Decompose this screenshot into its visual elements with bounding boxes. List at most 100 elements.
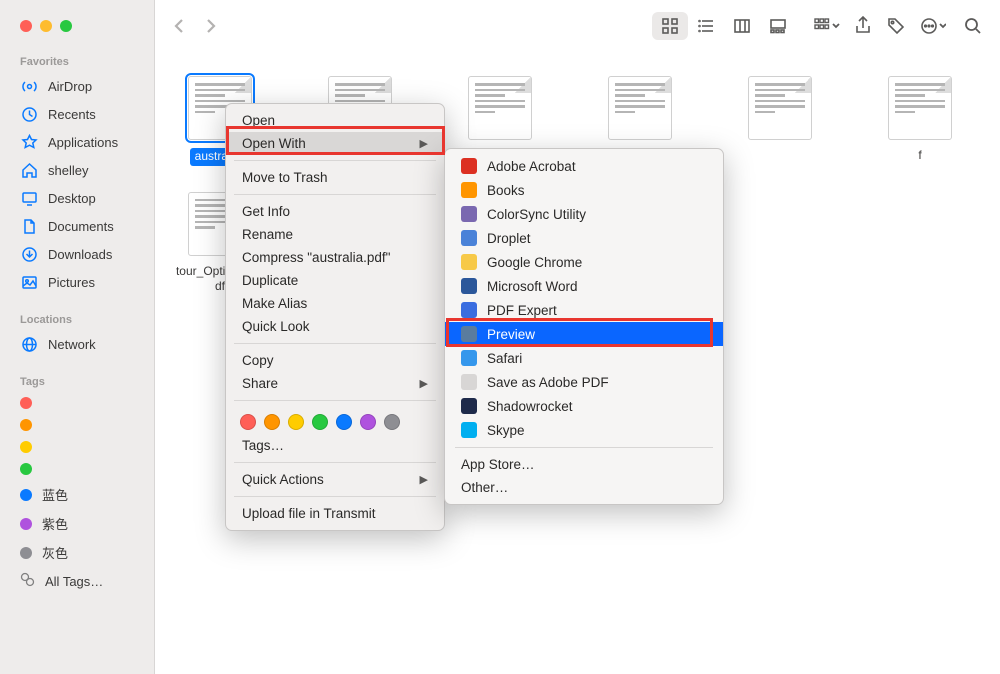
tag-dot-icon	[20, 441, 32, 453]
divider	[234, 160, 436, 161]
submenu-item-droplet[interactable]: Droplet	[445, 226, 723, 250]
file-label: f	[918, 148, 921, 164]
minimize-window-button[interactable]	[40, 20, 52, 32]
sidebar-item-airdrop[interactable]: AirDrop	[0, 72, 154, 100]
tag-color-dot[interactable]	[360, 414, 376, 430]
menu-item-copy[interactable]: Copy	[226, 349, 444, 372]
menu-item-rename[interactable]: Rename	[226, 223, 444, 246]
tag-dot-icon	[20, 397, 32, 409]
submenu-item-app-store-[interactable]: App Store…	[445, 453, 723, 476]
pictures-icon	[20, 273, 38, 291]
tag-color-dot[interactable]	[312, 414, 328, 430]
view-list-button[interactable]	[688, 12, 724, 40]
open-with-submenu: Adobe AcrobatBooksColorSync UtilityDropl…	[444, 148, 724, 505]
maximize-window-button[interactable]	[60, 20, 72, 32]
submenu-item-preview[interactable]: Preview	[445, 322, 723, 346]
tag-color-dot[interactable]	[240, 414, 256, 430]
menu-item-make-alias[interactable]: Make Alias	[226, 292, 444, 315]
app-icon	[461, 422, 477, 438]
airdrop-icon	[20, 77, 38, 95]
group-button[interactable]	[814, 17, 840, 35]
submenu-item-adobe-acrobat[interactable]: Adobe Acrobat	[445, 154, 723, 178]
submenu-item-google-chrome[interactable]: Google Chrome	[445, 250, 723, 274]
view-icons-button[interactable]	[652, 12, 688, 40]
tag-dot-icon	[20, 518, 32, 530]
submenu-item-skype[interactable]: Skype	[445, 418, 723, 442]
all-tags-item[interactable]: All Tags…	[0, 567, 154, 595]
menu-item-compress-australia-pdf-[interactable]: Compress "australia.pdf"	[226, 246, 444, 269]
tag-color-dot[interactable]	[264, 414, 280, 430]
applications-icon	[20, 133, 38, 151]
submenu-item-microsoft-word[interactable]: Microsoft Word	[445, 274, 723, 298]
context-menu: OpenOpen With▶ Move to Trash Get InfoRenam…	[225, 103, 445, 531]
toolbar	[155, 0, 1000, 52]
divider	[234, 343, 436, 344]
tag-item[interactable]: 紫色	[0, 509, 154, 538]
tag-item[interactable]	[0, 436, 154, 458]
window-controls	[0, 0, 154, 32]
sidebar-item-shelley[interactable]: shelley	[0, 156, 154, 184]
app-icon	[461, 374, 477, 390]
menu-item-share[interactable]: Share▶	[226, 372, 444, 395]
submenu-item-other-[interactable]: Other…	[445, 476, 723, 499]
sidebar-item-applications[interactable]: Applications	[0, 128, 154, 156]
share-button[interactable]	[854, 16, 872, 36]
sidebar-section-locations: Locations	[0, 296, 154, 330]
chevron-right-icon: ▶	[420, 137, 428, 150]
network-icon	[20, 335, 38, 353]
tag-item[interactable]: 灰色	[0, 538, 154, 567]
sidebar-section-tags: Tags	[0, 358, 154, 392]
tag-item[interactable]	[0, 414, 154, 436]
menu-item-open[interactable]: Open	[226, 109, 444, 132]
chevron-right-icon: ▶	[420, 377, 428, 390]
app-icon	[461, 326, 477, 342]
sidebar-item-downloads[interactable]: Downloads	[0, 240, 154, 268]
submenu-item-shadowrocket[interactable]: Shadowrocket	[445, 394, 723, 418]
submenu-item-save-as-adobe-pdf[interactable]: Save as Adobe PDF	[445, 370, 723, 394]
menu-item-duplicate[interactable]: Duplicate	[226, 269, 444, 292]
app-icon	[461, 302, 477, 318]
tag-item[interactable]	[0, 392, 154, 414]
tags-button[interactable]	[886, 16, 906, 36]
shelley-icon	[20, 161, 38, 179]
sidebar-item-desktop[interactable]: Desktop	[0, 184, 154, 212]
tag-color-dot[interactable]	[288, 414, 304, 430]
tag-color-dot[interactable]	[384, 414, 400, 430]
menu-item-tags-[interactable]: Tags…	[226, 434, 444, 457]
menu-item-open-with[interactable]: Open With▶	[226, 132, 444, 155]
tag-dot-icon	[20, 547, 32, 559]
file-item[interactable]	[735, 76, 825, 166]
menu-item-move-to-trash[interactable]: Move to Trash	[226, 166, 444, 189]
file-item[interactable]: f	[875, 76, 965, 166]
sidebar-section-favorites: Favorites	[0, 32, 154, 72]
submenu-item-pdf-expert[interactable]: PDF Expert	[445, 298, 723, 322]
sidebar-item-documents[interactable]: Documents	[0, 212, 154, 240]
sidebar-item-recents[interactable]: Recents	[0, 100, 154, 128]
divider	[455, 447, 713, 448]
file-thumb-icon	[608, 76, 672, 140]
action-button[interactable]	[920, 17, 946, 35]
app-icon	[461, 350, 477, 366]
menu-item-upload-file-in-transmit[interactable]: Upload file in Transmit	[226, 502, 444, 525]
back-button[interactable]	[173, 17, 185, 35]
submenu-item-safari[interactable]: Safari	[445, 346, 723, 370]
menu-item-get-info[interactable]: Get Info	[226, 200, 444, 223]
documents-icon	[20, 217, 38, 235]
tag-item[interactable]: 蓝色	[0, 480, 154, 509]
submenu-item-colorsync-utility[interactable]: ColorSync Utility	[445, 202, 723, 226]
sidebar-item-pictures[interactable]: Pictures	[0, 268, 154, 296]
tag-item[interactable]	[0, 458, 154, 480]
sidebar-item-network[interactable]: Network	[0, 330, 154, 358]
search-button[interactable]	[964, 17, 982, 35]
tag-dot-icon	[20, 489, 32, 501]
file-thumb-icon	[888, 76, 952, 140]
menu-item-quick-look[interactable]: Quick Look	[226, 315, 444, 338]
all-tags-icon	[20, 572, 35, 590]
menu-item-quick-actions[interactable]: Quick Actions▶	[226, 468, 444, 491]
view-columns-button[interactable]	[724, 12, 760, 40]
submenu-item-books[interactable]: Books	[445, 178, 723, 202]
tag-color-dot[interactable]	[336, 414, 352, 430]
view-gallery-button[interactable]	[760, 12, 796, 40]
forward-button[interactable]	[205, 17, 217, 35]
close-window-button[interactable]	[20, 20, 32, 32]
